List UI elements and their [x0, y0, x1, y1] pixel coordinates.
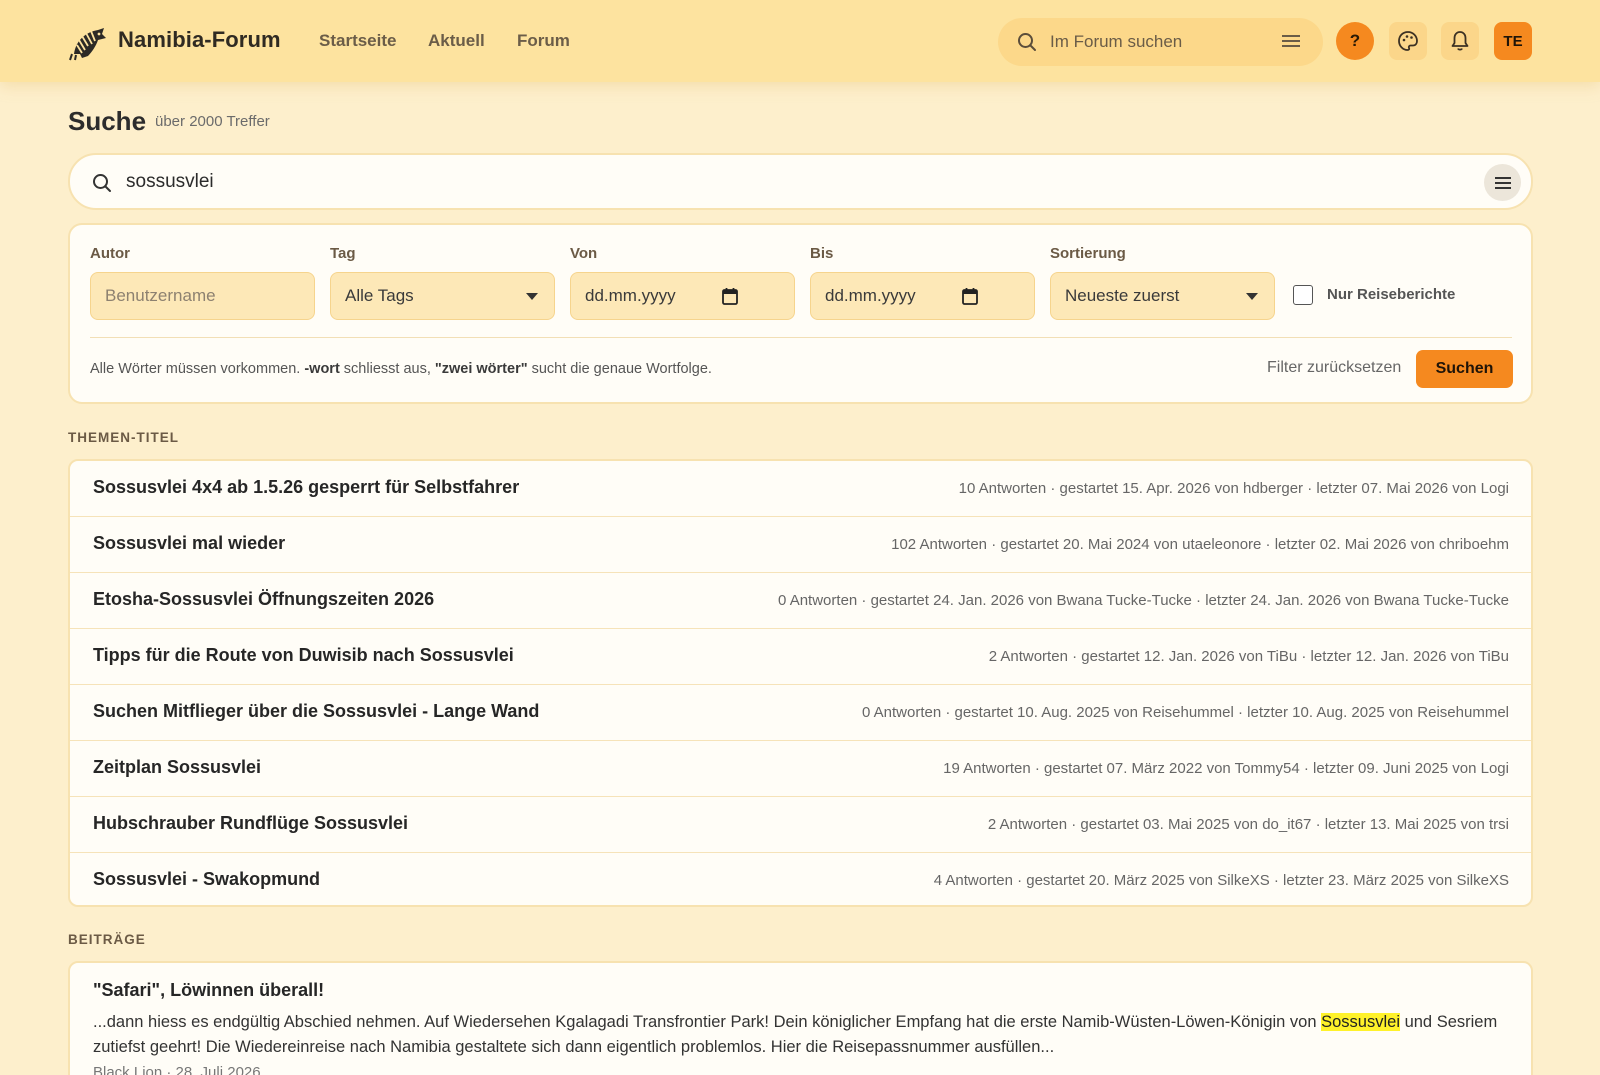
topic-row[interactable]: Sossusvlei - Swakopmund 4 Antworten · ge…: [70, 852, 1531, 905]
nav-aktuell[interactable]: Aktuell: [428, 31, 485, 51]
topic-title[interactable]: Etosha-Sossusvlei Öffnungszeiten 2026: [93, 589, 434, 610]
search-syntax-hint: Alle Wörter müssen vorkommen. -wort schl…: [90, 361, 712, 377]
topic-row[interactable]: Sossusvlei mal wieder 102 Antworten · ge…: [70, 516, 1531, 572]
chevron-down-icon: [526, 293, 538, 300]
topic-title[interactable]: Tipps für die Route von Duwisib nach Sos…: [93, 645, 514, 666]
theme-button[interactable]: [1389, 22, 1427, 60]
topic-row[interactable]: Etosha-Sossusvlei Öffnungszeiten 2026 0 …: [70, 572, 1531, 628]
filter-menu-icon[interactable]: [1281, 32, 1301, 50]
topic-meta: 0 Antworten · gestartet 24. Jan. 2026 vo…: [778, 592, 1509, 609]
topic-row[interactable]: Sossusvlei 4x4 ab 1.5.26 gesperrt für Se…: [70, 461, 1531, 517]
to-label: Bis: [810, 245, 834, 262]
post-title[interactable]: "Safari", Löwinnen überall!: [93, 980, 324, 1001]
reset-filters-button[interactable]: Filter zurücksetzen: [1267, 359, 1401, 377]
chevron-down-icon: [1246, 293, 1258, 300]
topic-meta: 0 Antworten · gestartet 10. Aug. 2025 vo…: [861, 704, 1509, 721]
topic-meta: 2 Antworten · gestartet 12. Jan. 2026 vo…: [988, 648, 1509, 665]
from-label: Von: [570, 245, 598, 262]
post-excerpt: ...dann hiess es endgültig Abschied nehm…: [93, 1013, 1498, 1056]
zebra-logo-icon[interactable]: [68, 24, 108, 62]
topic-title[interactable]: Sossusvlei 4x4 ab 1.5.26 gesperrt für Se…: [93, 477, 519, 498]
notifications-button[interactable]: [1441, 22, 1479, 60]
search-query-input[interactable]: sossusvlei: [126, 171, 214, 193]
calendar-icon[interactable]: [962, 287, 978, 305]
topic-results-list: Sossusvlei 4x4 ab 1.5.26 gesperrt für Se…: [68, 459, 1533, 907]
result-count: über 2000 Treffer: [155, 113, 270, 130]
topic-meta: 10 Antworten · gestartet 15. Apr. 2026 v…: [958, 480, 1509, 497]
to-date-placeholder: dd.mm.yyyy: [825, 286, 916, 305]
post-meta: Black Lion · 28. Juli 2026: [93, 1064, 261, 1075]
header-search-field[interactable]: Im Forum suchen: [998, 18, 1323, 66]
sort-label: Sortierung: [1050, 245, 1126, 262]
topics-section-label: THEMEN-TITEL: [68, 430, 179, 445]
topic-row[interactable]: Zeitplan Sossusvlei 19 Antworten · gesta…: [70, 740, 1531, 796]
author-input[interactable]: Benutzername: [90, 272, 315, 320]
main-search-bar[interactable]: sossusvlei: [68, 153, 1533, 210]
topic-title[interactable]: Hubschrauber Rundflüge Sossusvlei: [93, 813, 408, 834]
topic-title[interactable]: Zeitplan Sossusvlei: [93, 757, 261, 778]
search-options-button[interactable]: [1484, 164, 1521, 201]
top-header: Namibia-Forum Startseite Aktuell Forum I…: [0, 0, 1600, 82]
tag-label: Tag: [330, 245, 356, 262]
search-highlight: Sossusvlei: [1321, 1013, 1400, 1031]
bell-icon: [1451, 31, 1469, 51]
reports-only-checkbox[interactable]: [1293, 285, 1313, 305]
tag-select[interactable]: Alle Tags: [330, 272, 555, 320]
topic-meta: 4 Antworten · gestartet 20. März 2025 vo…: [933, 872, 1509, 889]
brand-name[interactable]: Namibia-Forum: [118, 27, 281, 53]
from-date-input[interactable]: dd.mm.yyyy: [570, 272, 795, 320]
topic-title[interactable]: Suchen Mitflieger über die Sossusvlei - …: [93, 701, 539, 722]
author-label: Autor: [90, 245, 130, 262]
post-result-card[interactable]: "Safari", Löwinnen überall! ...dann hies…: [68, 961, 1533, 1075]
topic-meta: 102 Antworten · gestartet 20. Mai 2024 v…: [891, 536, 1509, 553]
sort-select[interactable]: Neueste zuerst: [1050, 272, 1275, 320]
topic-title[interactable]: Sossusvlei mal wieder: [93, 533, 285, 554]
from-date-placeholder: dd.mm.yyyy: [585, 286, 676, 305]
topic-meta: 2 Antworten · gestartet 03. Mai 2025 von…: [987, 816, 1509, 833]
filter-divider: [90, 337, 1512, 338]
topic-row[interactable]: Hubschrauber Rundflüge Sossusvlei 2 Antw…: [70, 796, 1531, 852]
calendar-icon[interactable]: [722, 287, 738, 305]
help-button[interactable]: ?: [1336, 22, 1374, 60]
user-avatar[interactable]: TE: [1494, 22, 1532, 60]
reports-only-label[interactable]: Nur Reiseberichte: [1327, 286, 1455, 303]
submit-search-button[interactable]: Suchen: [1416, 350, 1513, 388]
topic-row[interactable]: Tipps für die Route von Duwisib nach Sos…: [70, 628, 1531, 684]
search-icon: [93, 174, 111, 192]
topic-row[interactable]: Suchen Mitflieger über die Sossusvlei - …: [70, 684, 1531, 740]
to-date-input[interactable]: dd.mm.yyyy: [810, 272, 1035, 320]
posts-section-label: BEITRÄGE: [68, 932, 146, 947]
header-search-placeholder: Im Forum suchen: [1050, 32, 1183, 51]
topic-meta: 19 Antworten · gestartet 07. März 2022 v…: [943, 760, 1509, 777]
sort-select-value: Neueste zuerst: [1065, 286, 1180, 305]
search-icon: [1018, 33, 1036, 51]
page-title: Suche: [68, 106, 147, 136]
nav-startseite[interactable]: Startseite: [319, 31, 396, 51]
filter-panel: Autor Benutzername Tag Alle Tags Von dd.…: [68, 223, 1533, 404]
nav-forum[interactable]: Forum: [517, 31, 570, 51]
palette-icon: [1398, 31, 1418, 51]
filter-menu-icon: [1494, 176, 1511, 189]
topic-title[interactable]: Sossusvlei - Swakopmund: [93, 869, 320, 890]
tag-select-value: Alle Tags: [345, 286, 414, 305]
